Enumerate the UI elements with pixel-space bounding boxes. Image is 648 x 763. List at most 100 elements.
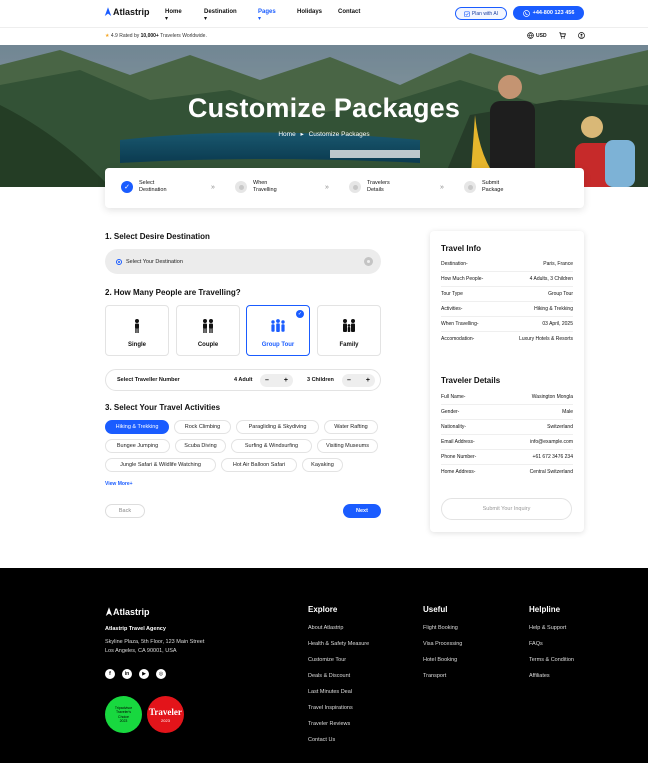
traveler-details-row: Home Address- Central Switzerland xyxy=(441,469,573,475)
adult-stepper: – + xyxy=(260,374,293,387)
nav-destination[interactable]: Destination ▾ xyxy=(204,9,237,22)
footer-link[interactable]: Visa Processing xyxy=(423,641,462,647)
radio-icon xyxy=(116,258,122,265)
rating-count: 10,000+ xyxy=(140,33,159,39)
people-option-label: Family xyxy=(339,342,359,348)
nav-home[interactable]: Home ▾ xyxy=(165,9,182,22)
people-option-single[interactable]: Single xyxy=(105,305,169,356)
back-button[interactable]: Back xyxy=(105,504,145,518)
facebook-icon[interactable]: f xyxy=(105,669,115,679)
activity-chip[interactable]: Hiking & Trekking xyxy=(105,420,169,434)
footer-link[interactable]: Terms & Condition xyxy=(529,657,574,663)
footer-link[interactable]: Traveler Reviews xyxy=(308,721,350,727)
plan-with-ai-label: Plan with AI xyxy=(471,10,499,17)
activity-chip[interactable]: Surfing & Windsurfing xyxy=(231,439,312,453)
tripadvisor-award-badge: Tripadvisor Traveler's Choice 2023 xyxy=(105,696,142,733)
adult-minus-button[interactable]: – xyxy=(265,377,269,384)
logo-plane-icon xyxy=(104,7,112,16)
step-label: Select Destination xyxy=(139,180,167,193)
step-travelers-details[interactable]: Travelers Details xyxy=(349,180,390,194)
people-option-group-tour[interactable]: ✓ Group Tour xyxy=(246,305,310,356)
step-submit-package[interactable]: Submit Package xyxy=(464,180,503,194)
footer-link[interactable]: Contact Us xyxy=(308,737,335,743)
breadcrumb-home[interactable]: Home xyxy=(278,131,295,138)
footer-link[interactable]: Customize Tour xyxy=(308,657,346,663)
step-circle-icon xyxy=(349,181,361,193)
section-activities-title: 3. Select Your Travel Activities xyxy=(105,403,221,412)
view-more-link[interactable]: View More+ xyxy=(105,481,133,487)
divider xyxy=(441,331,573,332)
footer-logo[interactable]: Atlastrip xyxy=(105,607,150,617)
traveler-details-row: Phone Number- +61 672 3476 234 xyxy=(441,454,573,460)
people-option-label: Single xyxy=(127,342,146,348)
footer-link[interactable]: Transport xyxy=(423,673,446,679)
step-select-destination[interactable]: ✓ Select Destination xyxy=(121,180,167,194)
youtube-icon[interactable]: ▶ xyxy=(139,669,149,679)
people-option-family[interactable]: Family xyxy=(317,305,381,356)
activity-chip[interactable]: Water Rafting xyxy=(324,420,378,434)
rating-suffix: Travelers Worldwide. xyxy=(160,33,207,39)
nav-contact[interactable]: Contact xyxy=(338,9,360,15)
children-count: 3 Children xyxy=(307,377,334,383)
footer-link[interactable]: Health & Safety Measure xyxy=(308,641,369,647)
footer: Atlastrip Atlastrip Travel Agency Skylin… xyxy=(0,568,648,763)
children-minus-button[interactable]: – xyxy=(347,377,351,384)
activity-chip[interactable]: Visiting Museums xyxy=(317,439,378,453)
footer-link[interactable]: Affiliates xyxy=(529,673,550,679)
people-option-couple[interactable]: Couple xyxy=(176,305,240,356)
footer-link[interactable]: Last Minutes Deal xyxy=(308,689,352,695)
activity-chip[interactable]: Scuba Diving xyxy=(175,439,226,453)
footer-explore-title: Explore xyxy=(308,605,338,614)
submit-inquiry-button[interactable]: Submit Your Inquiry xyxy=(441,498,572,520)
currency-label: USD xyxy=(536,32,547,39)
whatsapp-icon xyxy=(522,9,530,17)
cart-icon[interactable] xyxy=(558,32,566,39)
activity-chip[interactable]: Kayaking xyxy=(302,458,343,472)
footer-link[interactable]: Flight Booking xyxy=(423,625,458,631)
children-plus-button[interactable]: + xyxy=(366,377,370,384)
linkedin-icon[interactable]: in xyxy=(122,669,132,679)
activity-chip[interactable]: Jungle Safari & Wildlife Watching xyxy=(105,458,216,472)
hero-banner: Customize Packages Home ▸ Customize Pack… xyxy=(0,45,648,187)
destination-select[interactable]: Select Your Destination xyxy=(105,249,381,274)
footer-link[interactable]: About Atlastrip xyxy=(308,625,343,631)
travel-info-row: How Much People- 4 Adults, 3 Children xyxy=(441,276,573,282)
divider xyxy=(441,271,573,272)
instagram-icon[interactable]: ◎ xyxy=(156,669,166,679)
divider xyxy=(441,404,573,405)
couple-icon xyxy=(203,319,213,333)
progress-steps: ✓ Select Destination » When Travelling » T… xyxy=(105,168,584,208)
currency-selector[interactable]: USD xyxy=(527,32,547,39)
traveler-award-badge: Traveler 2023 xyxy=(147,696,184,733)
divider xyxy=(441,301,573,302)
activity-chip[interactable]: Rock Climbing xyxy=(174,420,231,434)
activity-chip[interactable]: Hot Air Balloon Safari xyxy=(221,458,297,472)
traveler-number-row: Select Traveller Number 4 Adult – + 3 Ch… xyxy=(105,369,381,391)
agency-address: Skyline Plaza, 5th Floor, 123 Main Stree… xyxy=(105,639,205,654)
step-label: Submit Package xyxy=(482,180,504,193)
people-option-label: Group Tour xyxy=(261,342,295,348)
traveler-details-row: Email Address-info@example.com xyxy=(441,439,573,445)
section-people-title: 2. How Many People are Travelling? xyxy=(105,288,241,297)
double-chevron-icon: » xyxy=(440,184,444,191)
clear-icon[interactable] xyxy=(364,257,373,266)
brand-logo[interactable]: Atlastrip xyxy=(104,7,150,17)
user-icon[interactable] xyxy=(577,32,585,39)
footer-link[interactable]: Travel Inspirations xyxy=(308,705,353,711)
activity-chip[interactable]: Paragliding & Skydiving xyxy=(236,420,319,434)
footer-link[interactable]: Help & Support xyxy=(529,625,566,631)
plan-with-ai-button[interactable]: Plan with AI xyxy=(455,7,507,20)
nav-holidays[interactable]: Holidays xyxy=(297,9,322,15)
activity-chip[interactable]: Bungee Jumping xyxy=(105,439,170,453)
step-when-travelling[interactable]: When Travelling xyxy=(235,180,277,194)
footer-link[interactable]: FAQs xyxy=(529,641,543,647)
footer-link[interactable]: Hotel Booking xyxy=(423,657,457,663)
adult-plus-button[interactable]: + xyxy=(284,377,288,384)
nav-pages[interactable]: Pages ▾ xyxy=(258,9,276,22)
phone-button[interactable]: +44-800 123 456 xyxy=(513,6,584,20)
next-button[interactable]: Next xyxy=(343,504,381,518)
footer-link[interactable]: Deals & Discount xyxy=(308,673,350,679)
footer-useful-title: Useful xyxy=(423,605,448,614)
traveler-details-row: Nationality- Switzerland xyxy=(441,424,573,430)
traveler-number-label: Select Traveller Number xyxy=(117,377,180,383)
